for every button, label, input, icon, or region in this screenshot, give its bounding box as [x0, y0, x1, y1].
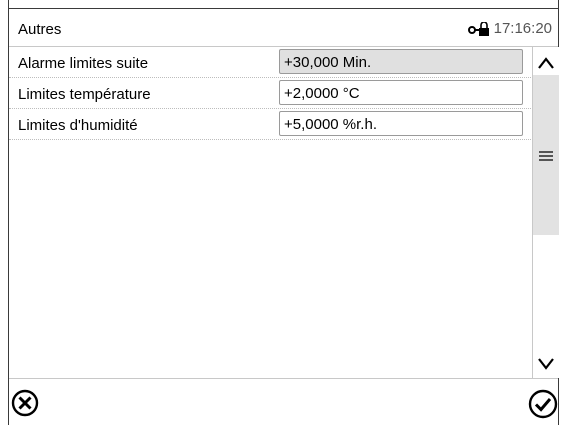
frame-left	[0, 0, 9, 425]
status-area: 17:16:20	[467, 20, 552, 37]
page-title: Autres	[18, 21, 62, 38]
chevron-up-icon	[538, 57, 554, 69]
clock-time: 17:16:20	[493, 20, 552, 37]
setting-value-field[interactable]: +2,0000 °C	[279, 80, 523, 105]
cancel-button[interactable]	[11, 389, 39, 417]
menu-icon	[539, 151, 553, 161]
confirm-circle-check-icon	[528, 389, 558, 419]
footer-bar	[9, 378, 558, 425]
lock-key-icon	[467, 21, 489, 36]
cancel-circle-x-icon	[11, 389, 39, 417]
screen: Autres 17:16:20 Alarme limites suite +30…	[0, 0, 562, 425]
setting-row-limites-temperature: Limites température +2,0000 °C	[9, 78, 531, 109]
scroll-up-button[interactable]	[533, 49, 559, 77]
setting-label: Alarme limites suite	[18, 55, 149, 72]
setting-value-field[interactable]: +5,0000 %r.h.	[279, 111, 523, 136]
frame-top	[0, 0, 562, 9]
setting-label: Limites température	[18, 86, 151, 103]
chevron-down-icon	[538, 358, 554, 370]
confirm-button[interactable]	[528, 389, 558, 419]
setting-value-field: +30,000 Min.	[279, 49, 523, 74]
setting-row-limites-humidite: Limites d'humidité +5,0000 %r.h.	[9, 109, 531, 140]
setting-row-alarme-limites-suite: Alarme limites suite +30,000 Min.	[9, 47, 531, 78]
settings-list: Alarme limites suite +30,000 Min. Limite…	[9, 47, 531, 140]
scroll-down-button[interactable]	[533, 350, 559, 378]
setting-label: Limites d'humidité	[18, 117, 138, 134]
header-bar: Autres 17:16:20	[9, 9, 558, 47]
scrollbar[interactable]	[532, 47, 559, 378]
